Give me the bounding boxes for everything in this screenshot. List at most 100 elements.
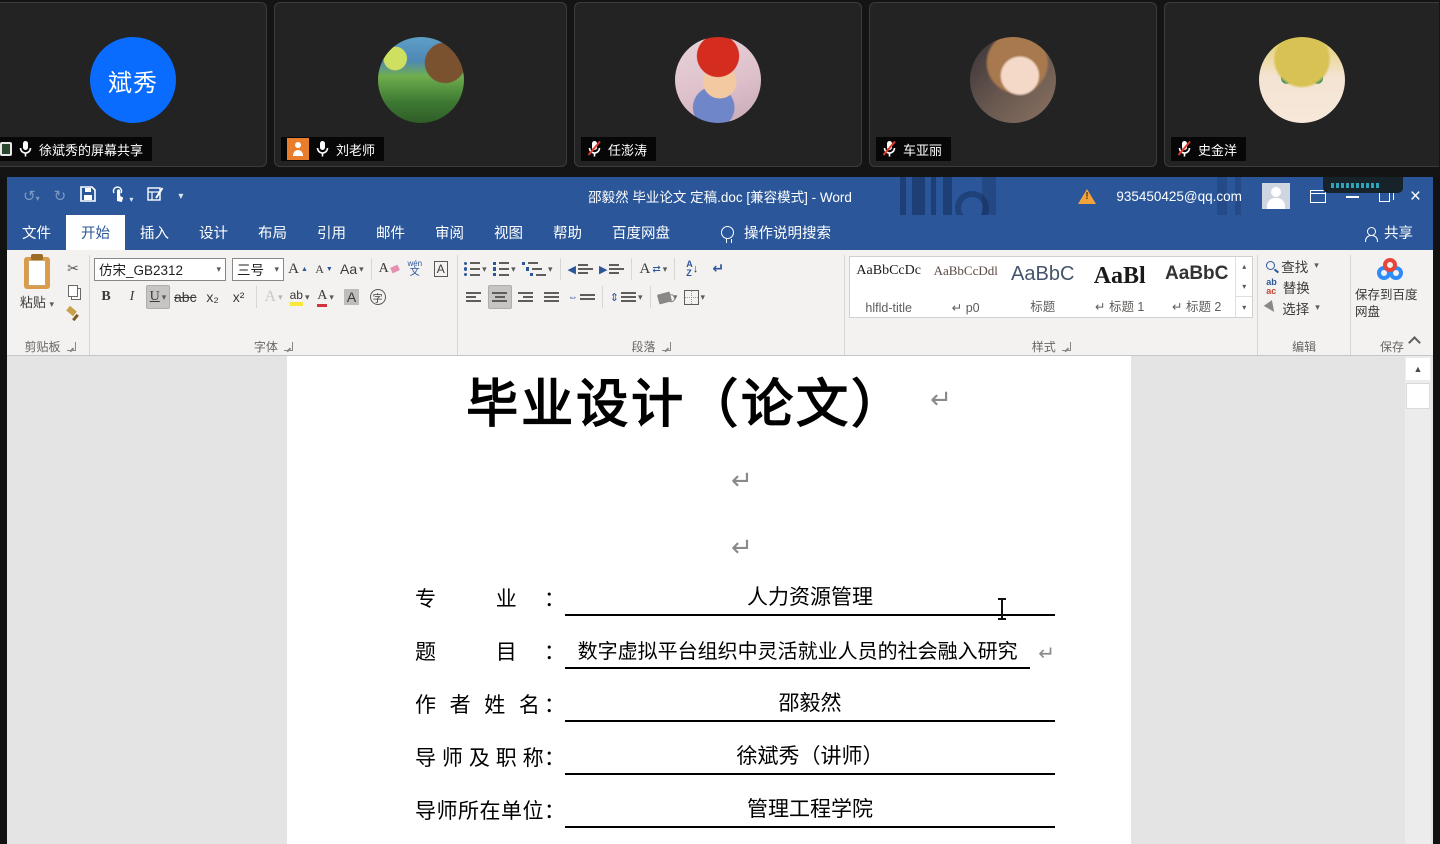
paste-button[interactable]: 粘贴 ▾ (15, 255, 59, 325)
field-label: 专 业： (415, 583, 565, 616)
share-button[interactable]: 共享 (1365, 215, 1433, 250)
save-to-baidu-button[interactable]: 保存到百度网盘 (1355, 255, 1429, 321)
align-right-button[interactable] (514, 285, 538, 309)
character-border-button[interactable]: A (429, 257, 453, 281)
tab-references[interactable]: 引用 (302, 215, 361, 250)
cut-button[interactable]: ✂ (61, 257, 85, 279)
font-name-combo[interactable]: 仿宋_GB2312▾ (94, 258, 226, 281)
style-title[interactable]: AaBbC 标题 (1004, 257, 1081, 317)
participant-tile-screenshare[interactable]: 斌秀 徐斌秀的屏幕共享 (0, 2, 267, 167)
redo-icon[interactable]: ↻ (54, 187, 67, 205)
participant-tile[interactable]: 任澎涛 (574, 2, 862, 167)
lightbulb-icon (721, 226, 734, 239)
superscript-button[interactable]: x² (227, 285, 251, 309)
copy-button[interactable] (61, 280, 85, 302)
account-email[interactable]: 935450425@qq.com (1116, 189, 1242, 204)
styles-more[interactable]: ▾ (1236, 296, 1252, 317)
font-color-button[interactable]: A▾ (314, 285, 338, 309)
find-button[interactable]: 查找▾ (1262, 255, 1346, 276)
style-hlfld-title[interactable]: AaBbCcDc hlfld-title (850, 257, 927, 317)
style-heading1[interactable]: AaBl ↵ 标题 1 (1081, 257, 1158, 317)
line-spacing-button[interactable]: ⇕▾ (608, 285, 645, 309)
font-size-combo[interactable]: 三号▾ (232, 258, 284, 281)
tab-design[interactable]: 设计 (184, 215, 243, 250)
shared-screen: 斌秀 徐斌秀的屏幕共享 刘老师 (0, 0, 1440, 844)
italic-button[interactable]: I (120, 285, 144, 309)
paragraph-mark: ↵ (731, 533, 753, 563)
tab-baidu-netdisk[interactable]: 百度网盘 (597, 215, 685, 250)
bullets-button[interactable]: ▾ (462, 257, 489, 281)
bold-button[interactable]: B (94, 285, 118, 309)
participant-tile[interactable]: 车亚丽 (869, 2, 1157, 167)
replace-button[interactable]: abac替换 (1262, 276, 1346, 297)
style-p0[interactable]: AaBbCcDdl ↵ p0 (927, 257, 1004, 317)
align-center-button[interactable] (488, 285, 512, 309)
tab-view[interactable]: 视图 (479, 215, 538, 250)
mic-muted-icon (1177, 140, 1192, 158)
participant-tile[interactable]: 史金洋 (1164, 2, 1439, 167)
warning-icon[interactable] (1078, 189, 1096, 204)
meeting-toolbar-widget[interactable] (1323, 177, 1403, 193)
show-hide-marks-button[interactable]: ↵ (706, 257, 730, 281)
decrease-indent-button[interactable]: ◀ (566, 257, 595, 281)
tab-mailings[interactable]: 邮件 (361, 215, 420, 250)
highlight-color-button[interactable]: ab▾ (288, 285, 312, 309)
undo-icon[interactable]: ↺▾ (23, 187, 40, 205)
clear-formatting-button[interactable]: A (377, 257, 401, 281)
select-button[interactable]: 选择▾ (1262, 297, 1346, 318)
vertical-scrollbar[interactable]: ▲ (1405, 356, 1431, 844)
minimize-button[interactable] (1346, 196, 1359, 198)
participant-tile[interactable]: 刘老师 (274, 2, 567, 167)
increase-indent-button[interactable]: ▶ (597, 257, 626, 281)
account-avatar[interactable] (1262, 183, 1290, 209)
distribute-button[interactable]: ⇔ (566, 285, 597, 309)
text-effects-button[interactable]: A▾ (262, 285, 286, 309)
paragraph-dialog-launcher[interactable] (662, 342, 671, 351)
tell-me-search[interactable]: 操作说明搜索 (721, 215, 831, 250)
borders-button[interactable]: ▾ (682, 285, 708, 309)
styles-scroll-down[interactable]: ▾ (1236, 277, 1252, 297)
character-shading-button[interactable]: A (340, 285, 364, 309)
sort-button[interactable]: AZ↓ (680, 257, 704, 281)
scrollbar-thumb[interactable] (1406, 383, 1430, 409)
qat-dropdown-icon[interactable]: ▾ (178, 191, 183, 202)
touch-mode-icon[interactable]: ▾ (110, 186, 133, 206)
tab-file[interactable]: 文件 (7, 215, 66, 250)
tab-review[interactable]: 审阅 (420, 215, 479, 250)
mic-muted-icon (882, 140, 897, 158)
enclose-characters-button[interactable]: 字 (366, 285, 390, 309)
close-button[interactable]: × (1410, 187, 1421, 206)
styles-scroll-up[interactable]: ▴ (1236, 257, 1252, 277)
field-label: 作 者 姓 名： (415, 689, 565, 722)
document-page[interactable]: 毕业设计（论文） ↵ ↵ ↵ 专 业： 人力资源管理 题 目： 数字虚拟平台组织… (287, 356, 1131, 844)
strikethrough-button[interactable]: abc (172, 285, 199, 309)
styles-dialog-launcher[interactable] (1062, 342, 1071, 351)
phonetic-guide-button[interactable]: wén文 (403, 257, 427, 281)
justify-button[interactable] (540, 285, 564, 309)
align-left-button[interactable] (462, 285, 486, 309)
grow-font-button[interactable]: A▲ (286, 257, 310, 281)
thesis-title: 毕业设计（论文） (466, 362, 906, 437)
format-painter-button[interactable] (61, 303, 85, 325)
tab-home[interactable]: 开始 (66, 215, 125, 250)
underline-button[interactable]: U▾ (146, 285, 170, 309)
shading-button[interactable]: ▾ (656, 285, 680, 309)
styles-gallery: AaBbCcDc hlfld-title AaBbCcDdl ↵ p0 AaBb… (849, 256, 1253, 318)
word-title-bar: ↺▾ ↻ ▾ ▾ 邵毅然 毕业论文 定稿.doc [兼容模式] - Word 9… (7, 177, 1433, 215)
tab-help[interactable]: 帮助 (538, 215, 597, 250)
shrink-font-button[interactable]: A▼ (312, 257, 336, 281)
scroll-up-button[interactable]: ▲ (1406, 358, 1430, 380)
style-heading2[interactable]: AaBbC ↵ 标题 2 (1158, 257, 1235, 317)
numbering-button[interactable]: ▾ (491, 257, 518, 281)
tab-insert[interactable]: 插入 (125, 215, 184, 250)
font-dialog-launcher[interactable] (284, 342, 293, 351)
save-icon[interactable] (80, 186, 96, 206)
customize-document-icon[interactable] (147, 186, 164, 206)
subscript-button[interactable]: x₂ (201, 285, 225, 309)
video-strip: 斌秀 徐斌秀的屏幕共享 刘老师 (0, 0, 1440, 177)
clipboard-dialog-launcher[interactable] (67, 342, 76, 351)
change-case-button[interactable]: Aa▾ (338, 257, 366, 281)
multilevel-list-button[interactable]: ▾ (520, 257, 555, 281)
tab-layout[interactable]: 布局 (243, 215, 302, 250)
asian-layout-button[interactable]: A⇄▾ (637, 257, 669, 281)
